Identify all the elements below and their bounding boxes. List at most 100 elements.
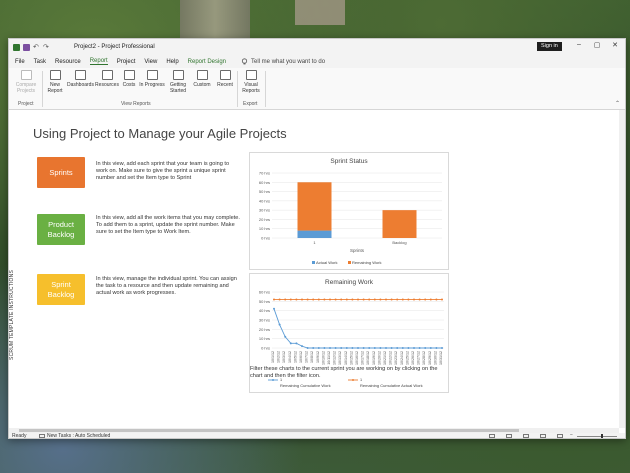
x-tick-label: 10/1/12 [271, 351, 275, 363]
compare-projects-button: Compare Projects [15, 70, 37, 94]
tab-report[interactable]: Report [89, 58, 108, 65]
data-point [368, 347, 371, 349]
save-icon[interactable] [23, 43, 30, 51]
legend-label: Actual Work [316, 260, 338, 265]
tell-me-search[interactable]: Tell me what you want to do [241, 58, 325, 65]
sprints-button[interactable]: Sprints [37, 157, 85, 188]
tab-report-design[interactable]: Report Design [188, 59, 226, 65]
visual-reports-button[interactable]: Visual Reports [240, 70, 262, 94]
data-point [362, 347, 365, 349]
view-gantt-icon[interactable] [489, 434, 495, 438]
x-tick-label: 10/30/12 [433, 351, 437, 365]
legend-label: Remaining Work [352, 260, 382, 265]
legend-label: Remaining Cumulative Work [280, 383, 331, 388]
resources-icon [101, 70, 113, 80]
dashboards-button[interactable]: Dashboards [67, 70, 94, 88]
y-tick-label: 70 hrs [259, 171, 270, 176]
data-point [362, 298, 365, 301]
window-title: Project2 - Project Professional [74, 44, 155, 50]
recent-label: Recent [217, 82, 233, 88]
data-point [345, 347, 348, 349]
getting-started-button[interactable]: Getting Started [167, 70, 189, 94]
y-tick-label: 30 hrs [259, 208, 270, 213]
maximize-icon[interactable]: ▢ [592, 41, 602, 49]
tab-file[interactable]: File [15, 59, 25, 65]
data-point [401, 298, 404, 301]
desktop-wallpaper-detail [295, 0, 345, 25]
view-report-icon[interactable] [557, 434, 563, 438]
sign-in-button[interactable]: Sign in [537, 42, 562, 51]
zoom-out-icon[interactable]: − [570, 432, 573, 438]
data-point [273, 298, 275, 301]
status-new-tasks[interactable]: New Tasks : Auto Scheduled [47, 433, 110, 438]
tab-task[interactable]: Task [34, 59, 46, 65]
product-backlog-button[interactable]: Product Backlog [37, 214, 85, 245]
y-tick-label: 60 hrs [259, 180, 270, 185]
data-point [329, 347, 331, 349]
new-report-icon [49, 70, 61, 80]
tab-resource[interactable]: Resource [55, 59, 81, 65]
ribbon-separator [265, 71, 266, 107]
data-point [345, 298, 348, 301]
bar-remaining-work [297, 182, 332, 231]
data-point [435, 347, 438, 349]
data-point [357, 347, 359, 349]
minimize-icon[interactable]: – [574, 41, 584, 48]
compare-icon [20, 70, 32, 80]
new-report-button[interactable]: New Report [45, 70, 65, 94]
tab-help[interactable]: Help [166, 59, 178, 65]
data-point [390, 298, 393, 301]
group-label-export: Export [243, 101, 258, 107]
project-app-icon [13, 43, 20, 51]
data-point [312, 347, 315, 349]
recent-button[interactable]: Recent [215, 70, 235, 88]
custom-button[interactable]: Custom [191, 70, 213, 88]
sprint-backlog-button[interactable]: Sprint Backlog [37, 274, 85, 305]
data-point [368, 298, 371, 301]
resources-label: Resources [95, 82, 119, 88]
filter-note: Filter these charts to the current sprin… [250, 366, 438, 380]
custom-label: Custom [193, 82, 211, 88]
undo-icon[interactable]: ↶ [33, 44, 40, 51]
y-tick-label: 10 hrs [259, 226, 270, 231]
collapse-ribbon-icon[interactable]: ⌃ [615, 100, 620, 107]
scroll-thumb[interactable] [19, 429, 519, 432]
data-point [413, 347, 415, 349]
y-tick-label: 40 hrs [259, 198, 270, 203]
y-tick-label: 20 hrs [259, 217, 270, 222]
data-point [357, 298, 359, 301]
zoom-slider-thumb[interactable] [601, 434, 603, 438]
y-tick-label: 40 hrs [259, 308, 270, 313]
data-point [284, 335, 287, 338]
data-point [435, 298, 438, 301]
status-bar: Ready New Tasks : Auto Scheduled − [9, 432, 625, 438]
tab-project[interactable]: Project [117, 59, 136, 65]
view-team-planner-icon[interactable] [523, 434, 529, 438]
data-point [284, 298, 287, 301]
tab-view[interactable]: View [144, 59, 157, 65]
close-icon[interactable]: ✕ [610, 41, 620, 49]
x-tick-label: 10/3/12 [282, 351, 286, 363]
data-point [379, 298, 382, 301]
view-task-usage-icon[interactable] [506, 434, 512, 438]
sprints-description: In this view, add each sprint that your … [96, 161, 230, 182]
zoom-slider[interactable] [577, 436, 617, 437]
resources-button[interactable]: Resources [95, 70, 119, 88]
x-axis-label: Sprints [350, 248, 365, 253]
in-progress-button[interactable]: In Progress [139, 70, 165, 88]
costs-button[interactable]: Costs [121, 70, 137, 88]
x-tick-label: 10/11/12 [327, 351, 331, 365]
macro-record-icon[interactable] [39, 434, 45, 438]
x-tick-label: 10/25/12 [405, 351, 409, 365]
view-resource-sheet-icon[interactable] [540, 434, 546, 438]
redo-icon[interactable]: ↷ [43, 44, 50, 51]
data-point [278, 298, 281, 301]
x-tick-label: 10/12/12 [333, 351, 337, 365]
vertical-scrollbar[interactable] [619, 110, 625, 428]
data-point [396, 298, 399, 301]
data-point [429, 347, 432, 349]
sprint-status-chart[interactable]: Sprint Status 0 hrs 10 hrs 20 hrs 30 hrs 40 … [249, 152, 449, 270]
data-point [385, 347, 387, 349]
page-title: Using Project to Manage your Agile Proje… [33, 126, 287, 141]
x-tick-label: 10/15/12 [349, 351, 353, 365]
